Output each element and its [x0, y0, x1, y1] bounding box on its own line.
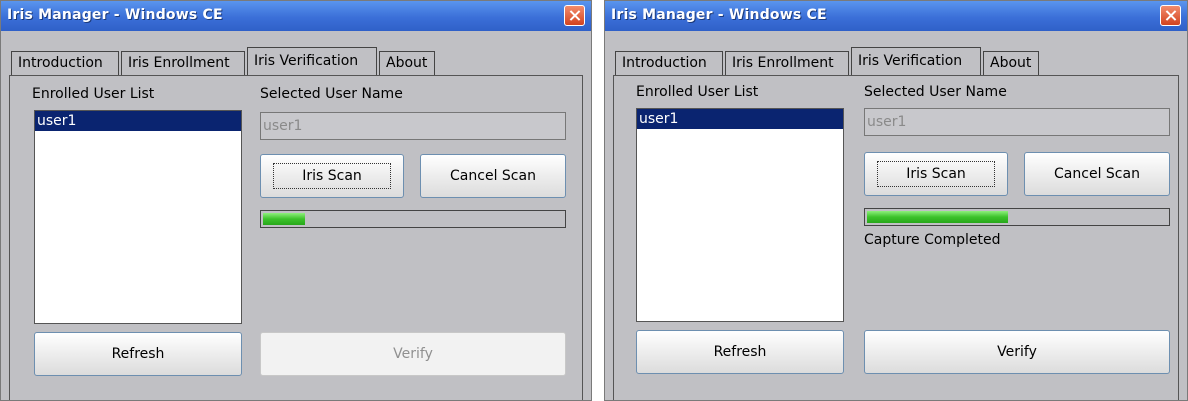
scan-progress-bar	[260, 210, 566, 228]
list-item[interactable]: user1	[637, 109, 843, 129]
scan-progress-bar	[864, 208, 1170, 226]
enrolled-user-list[interactable]: user1	[636, 108, 844, 322]
iris-scan-button-label: Iris Scan	[273, 163, 391, 189]
selected-user-name-label: Selected User Name	[260, 86, 403, 102]
tab-iris-enrollment[interactable]: Iris Enrollment	[121, 51, 245, 75]
tab-about[interactable]: About	[983, 51, 1039, 75]
enrolled-user-list-label: Enrolled User List	[32, 86, 155, 102]
window-title: Iris Manager - Windows CE	[611, 7, 827, 23]
title-bar: Iris Manager - Windows CE	[605, 1, 1187, 31]
tab-introduction[interactable]: Introduction	[11, 51, 119, 75]
selected-user-name-field[interactable]: user1	[260, 112, 566, 140]
tab-iris-enrollment[interactable]: Iris Enrollment	[725, 51, 849, 75]
tab-iris-verification[interactable]: Iris Verification	[247, 47, 377, 75]
title-bar: Iris Manager - Windows CE	[1, 1, 591, 31]
window-title: Iris Manager - Windows CE	[7, 7, 223, 23]
list-item[interactable]: user1	[35, 111, 241, 131]
close-icon[interactable]	[564, 5, 585, 26]
enrolled-user-list-label: Enrolled User List	[636, 84, 759, 100]
tab-introduction[interactable]: Introduction	[615, 51, 723, 75]
iris-manager-window: Iris Manager - Windows CE Introduction I…	[604, 0, 1188, 401]
iris-scan-button[interactable]: Iris Scan	[260, 154, 404, 198]
selected-user-name-field[interactable]: user1	[864, 108, 1170, 136]
verification-panel: Enrolled User List user1 Selected User N…	[9, 75, 583, 400]
status-text: Capture Completed	[864, 232, 1001, 248]
refresh-button[interactable]: Refresh	[636, 330, 844, 374]
iris-scan-button[interactable]: Iris Scan	[864, 152, 1008, 196]
close-icon[interactable]	[1160, 5, 1181, 26]
enrolled-user-list[interactable]: user1	[34, 110, 242, 324]
tab-strip: Introduction Iris Enrollment Iris Verifi…	[9, 47, 583, 75]
verify-button[interactable]: Verify	[260, 332, 566, 376]
tab-iris-verification[interactable]: Iris Verification	[851, 47, 981, 75]
iris-manager-window: Iris Manager - Windows CE Introduction I…	[0, 0, 592, 401]
refresh-button[interactable]: Refresh	[34, 332, 242, 376]
tab-about[interactable]: About	[379, 51, 435, 75]
verification-panel: Enrolled User List user1 Selected User N…	[613, 75, 1179, 400]
cancel-scan-button[interactable]: Cancel Scan	[420, 154, 566, 198]
iris-scan-button-label: Iris Scan	[877, 161, 995, 187]
selected-user-name-label: Selected User Name	[864, 84, 1007, 100]
progress-fill	[263, 213, 305, 225]
cancel-scan-button[interactable]: Cancel Scan	[1024, 152, 1170, 196]
verify-button[interactable]: Verify	[864, 330, 1170, 374]
tab-strip: Introduction Iris Enrollment Iris Verifi…	[613, 47, 1179, 75]
progress-fill	[867, 211, 1008, 223]
